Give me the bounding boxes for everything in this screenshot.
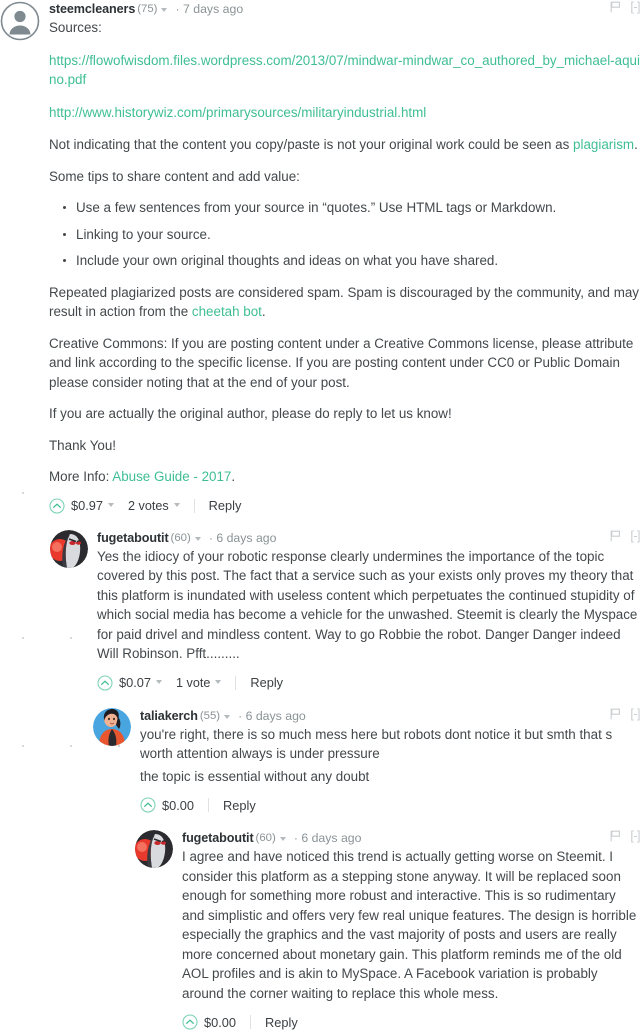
comment-actions: $0.00 Reply — [182, 1010, 640, 1034]
flag-icon[interactable] — [610, 708, 621, 720]
collapse-toggle[interactable]: [-] — [630, 529, 640, 542]
payout-value[interactable]: $0.00 — [204, 1015, 236, 1030]
votes-count[interactable]: 1 vote — [176, 676, 210, 690]
woman-photo-avatar-icon — [93, 707, 131, 746]
divider — [250, 1015, 252, 1029]
comment-header: fugetaboutit (60) · 6 days ago [-] — [182, 829, 640, 847]
payout-chevron-down-icon[interactable] — [108, 502, 115, 507]
comment-body: I agree and have noticed this trend is a… — [182, 847, 640, 1003]
source-link-1[interactable]: https://flowofwisdom.files.wordpress.com… — [49, 53, 640, 88]
cheetah-bot-link[interactable]: cheetah bot — [192, 304, 262, 319]
author-name[interactable]: fugetaboutit — [182, 831, 254, 845]
comment-age: · 6 days ago — [238, 708, 306, 723]
author-name[interactable]: fugetaboutit — [97, 531, 169, 545]
upvote-icon[interactable] — [97, 674, 113, 691]
reply-button[interactable]: Reply — [250, 675, 283, 690]
tips-intro: Some tips to share content and add value… — [49, 168, 300, 184]
sources-label: Sources: — [49, 20, 102, 35]
payout-chevron-down-icon[interactable] — [156, 679, 163, 684]
tips-list: Use a few sentences from your source in … — [49, 198, 640, 271]
comment-taliakerch: taliakerch (55) · 6 days ago [-] you're … — [0, 707, 640, 818]
list-item: Linking to your source. — [63, 225, 640, 245]
chevron-down-icon[interactable] — [279, 837, 286, 841]
payout-value[interactable]: $0.00 — [162, 798, 194, 813]
original-author-paragraph: If you are actually the original author,… — [49, 406, 452, 421]
comment-fugetaboutit-2: fugetaboutit (60) · 6 days ago [-] I agr… — [0, 829, 640, 1034]
author-name[interactable]: steemcleaners — [49, 2, 135, 16]
source-link-2[interactable]: http://www.historywiz.com/primarysources… — [49, 105, 426, 120]
flag-icon[interactable] — [610, 1, 621, 13]
spam-text-pre: Repeated plagiarized posts are considere… — [49, 284, 639, 320]
upvote-icon[interactable] — [49, 497, 65, 514]
upvote-icon[interactable] — [182, 1014, 198, 1030]
author-reputation: (60) — [255, 832, 276, 844]
more-info-paragraph: More Info: Abuse Guide - 2017. — [49, 467, 640, 487]
comment-actions: $0.00 Reply — [140, 793, 640, 817]
comment-age: · 6 days ago — [293, 831, 362, 845]
comment-body: Sources: https://flowofwisdom.files.word… — [49, 18, 640, 487]
avatar[interactable] — [135, 830, 173, 868]
list-item: Use a few sentences from your source in … — [63, 198, 640, 218]
default-person-avatar-icon — [0, 1, 40, 41]
more-info-post: . — [231, 469, 236, 484]
avatar[interactable] — [50, 529, 88, 568]
comment-header: taliakerch (55) · 6 days ago [-] — [140, 707, 640, 725]
chevron-down-icon[interactable] — [194, 536, 201, 541]
collapse-toggle[interactable]: [-] — [630, 707, 640, 720]
spam-text-post: . — [261, 304, 266, 319]
chevron-down-icon[interactable] — [224, 714, 231, 719]
reply-button[interactable]: Reply — [223, 798, 256, 813]
plagiarism-text-post: . — [634, 137, 638, 152]
divider — [193, 498, 195, 513]
more-info-label: More Info: — [49, 469, 113, 484]
spam-paragraph: Repeated plagiarized posts are considere… — [49, 283, 640, 322]
comment-paragraph: I agree and have noticed this trend is a… — [182, 849, 637, 1001]
payout-value[interactable]: $0.97 — [71, 498, 103, 513]
author-reputation: (55) — [199, 709, 221, 722]
votes-count[interactable]: 2 votes — [128, 499, 169, 513]
comment-body: Yes the idiocy of your robotic response … — [97, 547, 640, 664]
comment-actions: $0.07 1 vote Reply — [97, 671, 640, 695]
comment-steemcleaners: steemcleaners (75) · 7 days ago [-] Sour… — [0, 0, 640, 518]
comment-fugetaboutit-1: fugetaboutit (60) · 6 days ago [-] Yes t… — [0, 529, 640, 695]
comment-header: fugetaboutit (60) · 6 days ago [-] — [97, 529, 640, 547]
reply-button[interactable]: Reply — [209, 498, 242, 513]
comment-paragraph: you're right, there is so much mess here… — [140, 726, 613, 762]
plagiarism-paragraph: Not indicating that the content you copy… — [49, 135, 640, 155]
abuse-guide-link[interactable]: Abuse Guide - 2017 — [112, 469, 231, 484]
comment-body: you're right, there is so much mess here… — [140, 725, 640, 787]
divider — [235, 675, 237, 690]
thanks-paragraph: Thank You! — [49, 437, 117, 453]
plagiarism-link[interactable]: plagiarism — [573, 137, 634, 152]
flag-icon[interactable] — [610, 530, 621, 542]
author-reputation: (75) — [137, 3, 158, 15]
comment-paragraph: the topic is essential without any doubt — [140, 768, 370, 784]
comment-thread: steemcleaners (75) · 7 days ago [-] Sour… — [0, 0, 640, 1030]
flag-icon[interactable] — [610, 830, 621, 842]
votes-chevron-down-icon[interactable] — [173, 502, 180, 507]
dark-cartoon-face-avatar-icon — [50, 529, 88, 568]
avatar[interactable] — [93, 707, 131, 746]
author-name[interactable]: taliakerch — [140, 709, 198, 723]
creative-commons-paragraph: Creative Commons: If you are posting con… — [49, 335, 634, 390]
upvote-icon[interactable] — [140, 797, 156, 813]
reply-button[interactable]: Reply — [265, 1015, 298, 1030]
collapse-toggle[interactable]: [-] — [630, 1, 640, 14]
comment-age: · 7 days ago — [175, 2, 244, 16]
plagiarism-text-pre: Not indicating that the content you copy… — [49, 137, 574, 152]
list-item: Include your own original thoughts and i… — [63, 251, 640, 271]
votes-chevron-down-icon[interactable] — [215, 679, 222, 684]
divider — [208, 798, 210, 812]
comment-age: · 6 days ago — [208, 530, 277, 545]
author-reputation: (60) — [170, 531, 191, 544]
dark-cartoon-face-avatar-icon — [135, 830, 173, 868]
payout-value[interactable]: $0.07 — [119, 675, 151, 690]
comment-paragraph: Yes the idiocy of your robotic response … — [97, 548, 638, 662]
comment-header: steemcleaners (75) · 7 days ago [-] — [49, 0, 640, 18]
comment-actions: $0.97 2 votes Reply — [49, 494, 640, 518]
collapse-toggle[interactable]: [-] — [630, 830, 640, 843]
avatar[interactable] — [0, 1, 40, 41]
chevron-down-icon[interactable] — [161, 8, 168, 12]
